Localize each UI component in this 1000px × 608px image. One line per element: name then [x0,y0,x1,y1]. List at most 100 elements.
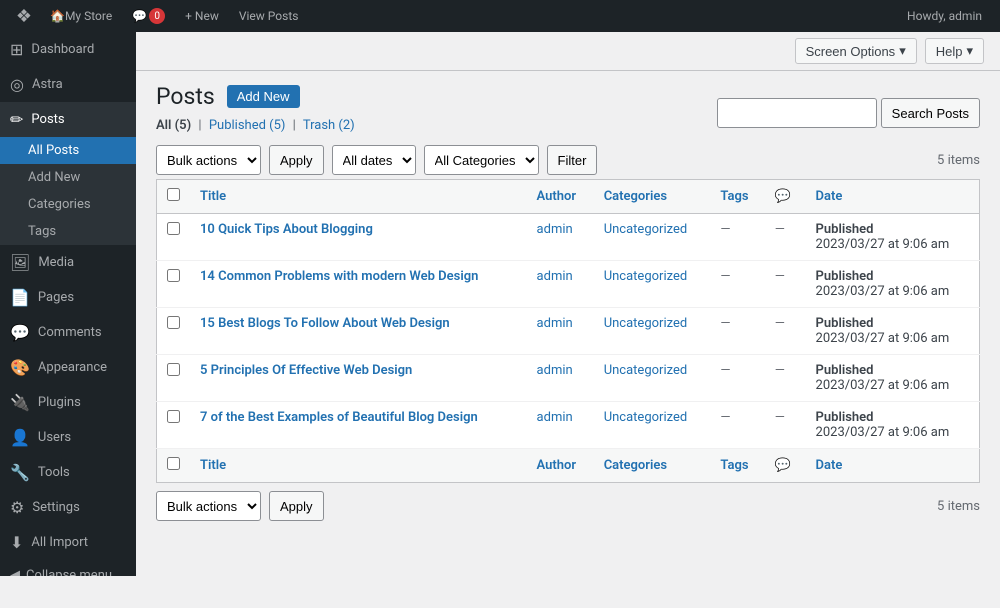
sidebar-item-plugins[interactable]: 🔌 Plugins [0,385,136,420]
search-input[interactable] [717,98,877,128]
row-comments-cell: — [765,402,806,449]
dashboard-icon: ⊞ [10,40,23,59]
select-all-checkbox[interactable] [167,188,180,201]
category-link[interactable]: Uncategorized [604,410,687,425]
sidebar-item-dashboard[interactable]: ⊞ Dashboard [0,32,136,67]
author-link[interactable]: admin [537,363,573,378]
sidebar-item-appearance[interactable]: 🎨 Appearance [0,350,136,385]
author-link[interactable]: admin [537,269,573,284]
row-checkbox[interactable] [167,316,180,329]
sidebar-item-settings[interactable]: ⚙ Settings [0,490,136,525]
all-import-icon: ⬇ [10,533,23,552]
author-footer-label: Author [537,458,577,473]
sidebar-pages-label: Pages [38,290,74,305]
sidebar-item-all-posts[interactable]: All Posts [0,137,136,164]
users-icon: 👤 [10,428,30,447]
header-title[interactable]: Title [190,180,527,214]
row-tags-cell: — [710,261,764,308]
select-all-checkbox-bottom[interactable] [167,457,180,470]
post-title-link[interactable]: 5 Principles Of Effective Web Design [200,363,412,378]
posts-icon: ✏ [10,110,23,129]
sidebar-item-categories[interactable]: Categories [0,191,136,218]
row-comments-cell: — [765,261,806,308]
author-link[interactable]: admin [537,222,573,237]
row-title-cell: 7 of the Best Examples of Beautiful Blog… [190,402,527,449]
comments-value: — [775,410,785,425]
apply-button-bottom[interactable]: Apply [269,491,324,521]
store-name-bar[interactable]: 🏠 My Store [40,0,122,32]
post-date: 2023/03/27 at 9:06 am [816,284,950,299]
filter-button[interactable]: Filter [547,145,598,175]
filter-tab-trash[interactable]: Trash (2) [303,118,355,133]
sidebar-item-posts[interactable]: ✏ Posts [0,102,136,137]
bottom-toolbar: Bulk actions Apply 5 items [136,483,1000,529]
post-title-link[interactable]: 14 Common Problems with modern Web Desig… [200,269,478,284]
header-checkbox-col [157,180,191,214]
category-link[interactable]: Uncategorized [604,269,687,284]
category-filter-select[interactable]: All Categories [424,145,539,175]
help-chevron: ▾ [966,43,973,59]
post-date: 2023/03/27 at 9:06 am [816,237,950,252]
row-comments-cell: — [765,308,806,355]
wp-logo[interactable]: ❖ [8,0,40,32]
bulk-actions-select-bottom[interactable]: Bulk actions [156,491,261,521]
row-checkbox[interactable] [167,410,180,423]
sidebar-item-all-import[interactable]: ⬇ All Import [0,525,136,560]
categories-label: Categories [28,197,91,212]
admin-bar: ❖ 🏠 My Store 💬 0 + New View Posts Howdy,… [0,0,1000,32]
row-checkbox[interactable] [167,363,180,376]
category-link[interactable]: Uncategorized [604,222,687,237]
date-header-label: Date [816,189,843,204]
howdy-item[interactable]: Howdy, admin [897,0,992,32]
row-checkbox[interactable] [167,269,180,282]
date-filter-select[interactable]: All dates [332,145,416,175]
post-title-link[interactable]: 15 Best Blogs To Follow About Web Design [200,316,450,331]
row-category-cell: Uncategorized [594,402,711,449]
header-date[interactable]: Date [806,180,980,214]
view-posts-bar-item[interactable]: View Posts [229,0,309,32]
sidebar-item-comments[interactable]: 💬 Comments [0,315,136,350]
add-new-button[interactable]: Add New [227,85,300,108]
row-tags-cell: — [710,355,764,402]
page-title: Posts [156,83,215,110]
row-checkbox[interactable] [167,222,180,235]
tags-value: — [720,316,730,331]
help-button[interactable]: Help ▾ [925,38,984,64]
category-link[interactable]: Uncategorized [604,316,687,331]
sidebar-item-pages[interactable]: 📄 Pages [0,280,136,315]
footer-title[interactable]: Title [190,449,527,483]
sidebar-item-tags[interactable]: Tags [0,218,136,245]
row-checkbox-cell [157,214,191,261]
footer-date[interactable]: Date [806,449,980,483]
comments-value: — [775,269,785,284]
help-label: Help [936,44,963,59]
new-bar-item[interactable]: + New [175,0,229,32]
sidebar-item-media[interactable]: 🖼 Media [0,245,136,280]
author-link[interactable]: admin [537,316,573,331]
author-link[interactable]: admin [537,410,573,425]
row-author-cell: admin [527,261,594,308]
row-author-cell: admin [527,214,594,261]
category-link[interactable]: Uncategorized [604,363,687,378]
tags-value: — [720,269,730,284]
sidebar-tools-label: Tools [38,465,70,480]
tags-label: Tags [28,224,56,239]
post-title-link[interactable]: 7 of the Best Examples of Beautiful Blog… [200,410,478,425]
row-date-cell: Published 2023/03/27 at 9:06 am [806,355,980,402]
filter-tab-all[interactable]: All (5) [156,118,191,133]
top-toolbar: Bulk actions Apply All dates All Categor… [136,141,1000,179]
sidebar-item-astra[interactable]: ◎ Astra [0,67,136,102]
table-header-row: Title Author Categories Tags 💬 [157,180,980,214]
sidebar-item-add-new[interactable]: Add New [0,164,136,191]
post-title-link[interactable]: 10 Quick Tips About Blogging [200,222,373,237]
store-icon: 🏠 [50,9,65,23]
sidebar-item-users[interactable]: 👤 Users [0,420,136,455]
sidebar-item-tools[interactable]: 🔧 Tools [0,455,136,490]
collapse-menu[interactable]: ◀ Collapse menu [0,560,136,576]
search-button[interactable]: Search Posts [881,98,980,128]
comments-bar-item[interactable]: 💬 0 [122,0,175,32]
bulk-actions-select-top[interactable]: Bulk actions [156,145,261,175]
apply-button-top[interactable]: Apply [269,145,324,175]
screen-options-button[interactable]: Screen Options ▾ [795,38,917,64]
filter-tab-published[interactable]: Published (5) [209,118,286,133]
